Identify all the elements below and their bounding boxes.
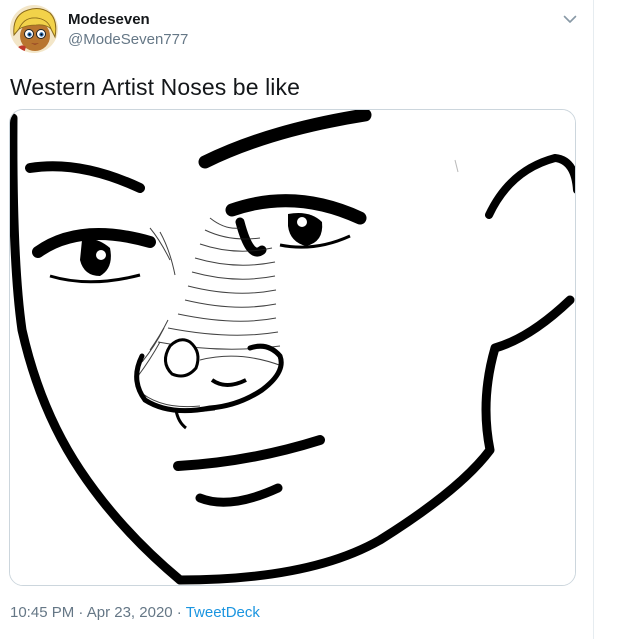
tweet-time[interactable]: 10:45 PM bbox=[10, 604, 74, 621]
avatar[interactable] bbox=[10, 5, 58, 53]
tweet-date[interactable]: Apr 23, 2020 bbox=[87, 604, 173, 621]
anime-character-avatar-icon bbox=[10, 5, 58, 53]
user-block: Modeseven @ModeSeven777 bbox=[68, 10, 188, 49]
tweet-source-link[interactable]: TweetDeck bbox=[186, 604, 260, 621]
meta-separator: · bbox=[172, 604, 186, 621]
tweet-meta: 10:45 PM · Apr 23, 2020 · TweetDeck bbox=[10, 603, 260, 623]
user-handle: @ModeSeven777 bbox=[68, 31, 189, 48]
face-drawing-image bbox=[10, 110, 575, 585]
meta-separator: · bbox=[74, 604, 87, 621]
tweet-text: Western Artist Noses be like bbox=[10, 74, 300, 100]
chevron-down-icon[interactable] bbox=[561, 10, 579, 28]
media-image[interactable] bbox=[9, 109, 576, 586]
display-name[interactable]: Modeseven bbox=[68, 10, 188, 29]
tweet-card: Modeseven @ModeSeven777 Western Artist N… bbox=[0, 0, 594, 639]
